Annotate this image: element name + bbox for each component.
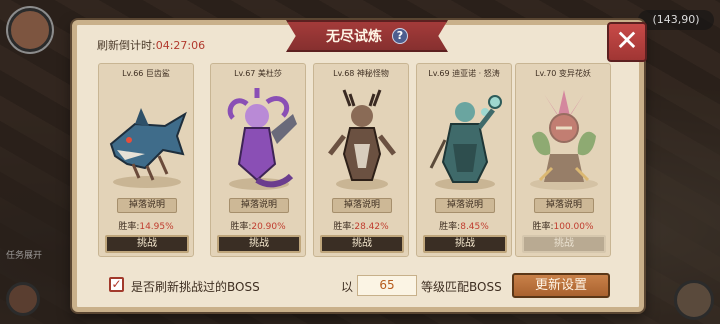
diano-tide-boss-portrait: [429, 95, 502, 190]
boss-card: Lv.68 神秘怪物 掉落说明 胜率:28.42% 挑战: [313, 63, 409, 257]
win-rate-value: 100.00%: [553, 222, 594, 232]
title-banner: 无尽试炼 ?: [286, 20, 448, 52]
refresh-defeated-label: 是否刷新挑战过的BOSS: [131, 280, 260, 294]
player-avatar[interactable]: [8, 8, 52, 52]
boss-name: Lv.66 巨齿鲨: [122, 69, 170, 78]
challenge-button[interactable]: 挑战: [105, 235, 189, 253]
drop-info-button[interactable]: 掉落说明: [435, 198, 495, 213]
refresh-timer: 04:27:06: [155, 39, 206, 52]
win-rate-value: 28.42%: [354, 222, 389, 232]
challenge-button-disabled: 挑战: [522, 235, 606, 253]
close-button[interactable]: ✕: [607, 22, 647, 62]
win-rate-value: 14.95%: [139, 222, 174, 232]
level-suffix-label: 等级匹配BOSS: [421, 280, 502, 294]
win-rate: 胜率:20.90%: [211, 219, 305, 232]
win-rate-label: 胜率:: [230, 222, 252, 232]
mutant-flower-boss-portrait: [530, 90, 598, 190]
drop-info-button[interactable]: 掉落说明: [117, 198, 177, 213]
hero-avatar-bottom-left[interactable]: [6, 282, 40, 316]
win-rate-label: 胜率:: [439, 222, 461, 232]
boss-name: Lv.67 美杜莎: [234, 69, 282, 78]
boss-card: Lv.67 美杜莎 掉落说明 胜率:20.90% 挑战: [210, 63, 306, 257]
drop-info-button[interactable]: 掉落说明: [534, 198, 594, 213]
update-settings-button[interactable]: 更新设置: [512, 273, 610, 298]
hero-avatar-bottom-right[interactable]: [674, 280, 714, 320]
challenge-button[interactable]: 挑战: [217, 235, 301, 253]
boss-name: Lv.70 变异花妖: [535, 69, 591, 78]
task-expand-button[interactable]: 任务展开: [6, 248, 42, 261]
boss-card: Lv.70 变异花妖 掉落说明 胜率:100.00% 挑战: [515, 63, 611, 257]
win-rate: 胜率:28.42%: [314, 219, 408, 232]
boss-card: Lv.69 迪亚诺 · 怒涛 掉落说明 胜率:8.45% 挑战: [416, 63, 512, 257]
help-icon[interactable]: ?: [392, 28, 408, 44]
boss-name: Lv.68 神秘怪物: [333, 69, 389, 78]
win-rate: 胜率:14.95%: [99, 219, 193, 232]
boss-card: Lv.66 巨齿鲨 掉落说明 胜率:14.95% 挑战: [98, 63, 194, 257]
win-rate-label: 胜率:: [118, 222, 140, 232]
challenge-button[interactable]: 挑战: [320, 235, 404, 253]
win-rate-value: 8.45%: [460, 222, 489, 232]
win-rate: 胜率:100.00%: [516, 219, 610, 232]
medusa-boss-portrait: [227, 88, 297, 190]
win-rate: 胜率:8.45%: [417, 219, 511, 232]
level-prefix-label: 以: [341, 280, 354, 294]
mystery-monster-portrait: [328, 89, 396, 190]
panel-title: 无尽试炼: [326, 29, 382, 45]
level-input[interactable]: 65: [357, 275, 417, 296]
drop-info-button[interactable]: 掉落说明: [229, 198, 289, 213]
refresh-defeated-checkbox[interactable]: ✓: [109, 277, 124, 292]
map-coordinates: (143,90): [638, 10, 714, 30]
boss-name: Lv.69 迪亚诺 · 怒涛: [428, 69, 500, 78]
challenge-button[interactable]: 挑战: [423, 235, 507, 253]
refresh-countdown: 刷新倒计时:04:27:06: [97, 37, 205, 53]
drop-info-button[interactable]: 掉落说明: [332, 198, 392, 213]
win-rate-value: 20.90%: [251, 222, 286, 232]
shark-boss-portrait: [109, 108, 187, 188]
win-rate-label: 胜率:: [532, 222, 554, 232]
win-rate-label: 胜率:: [333, 222, 355, 232]
refresh-label: 刷新倒计时:: [97, 39, 156, 52]
